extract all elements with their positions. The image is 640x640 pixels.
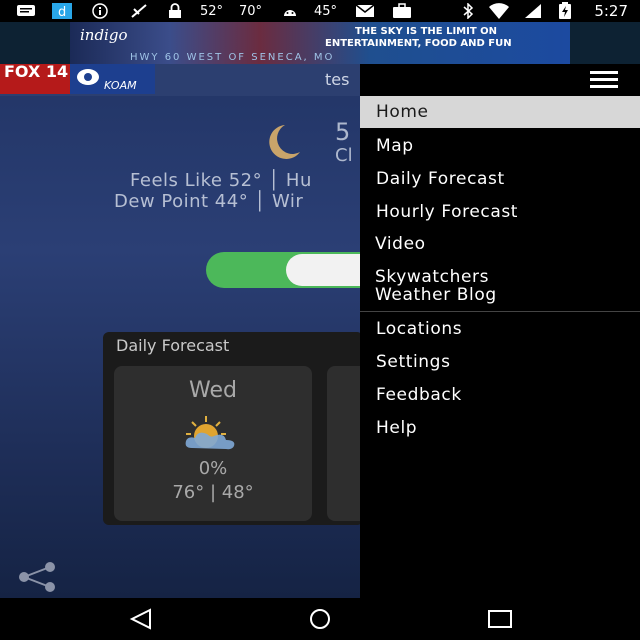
drawer-item-weather-blog[interactable]: Skywatchers Weather Blog <box>360 267 640 307</box>
info-icon <box>92 3 108 19</box>
ad-headline-1: THE SKY IS THE LIMIT ON <box>355 26 498 37</box>
bluetooth-icon <box>462 3 474 19</box>
status-bar: d 52° 70° 45° 5:27 <box>0 0 640 22</box>
station-logo-fox: FOX 14 <box>0 64 70 94</box>
partly-cloudy-icon <box>185 416 235 450</box>
no-signal-icon <box>130 3 148 19</box>
drawer-item-label: Settings <box>376 352 451 372</box>
drawer-item-label: Feedback <box>376 385 462 405</box>
moon-icon <box>269 125 300 159</box>
status-temp-3: 45° <box>314 3 338 19</box>
drawer-item-label: Help <box>376 418 418 438</box>
hamburger-menu-icon[interactable] <box>590 71 618 89</box>
ad-logo: indigo <box>80 26 128 44</box>
share-icon[interactable] <box>18 562 58 592</box>
drawer-item-label-line2: Weather Blog <box>375 285 497 305</box>
drawer-item-label-line1: Skywatchers <box>375 267 490 287</box>
status-temp-1: 52° <box>200 3 224 19</box>
ad-headline-2: ENTERTAINMENT, FOOD AND FUN <box>325 38 512 49</box>
drawer-item-feedback[interactable]: Feedback <box>360 385 640 407</box>
ad-address: HWY 60 WEST OF SENECA, MO <box>130 52 335 63</box>
forecast-temps: 76° | 48° <box>172 482 254 503</box>
lock-icon <box>168 3 182 19</box>
drawer-item-settings[interactable]: Settings <box>360 352 640 374</box>
drawer-item-label: Locations <box>376 319 463 339</box>
feels-like-humidity: Feels Like 52° │ Hu <box>130 170 312 191</box>
forecast-precip: 0% <box>198 458 228 479</box>
daily-forecast-title: Daily Forecast <box>116 336 230 355</box>
app-d-icon: d <box>52 3 72 19</box>
ad-banner[interactable]: indigo THE SKY IS THE LIMIT ON ENTERTAIN… <box>70 22 570 64</box>
current-condition: Cl <box>335 145 353 166</box>
drawer-item-label: Hourly Forecast <box>376 202 519 222</box>
drawer-item-label: Daily Forecast <box>376 169 505 189</box>
drawer-item-label: Home <box>376 102 429 122</box>
mail-icon <box>355 3 375 19</box>
recents-icon[interactable] <box>486 608 514 630</box>
station-logo-koam: KOAM <box>70 64 155 94</box>
drawer-item-video[interactable]: Video <box>360 234 640 256</box>
drawer-divider <box>360 311 640 312</box>
drawer-item-home[interactable]: Home <box>360 96 640 128</box>
drawer-item-hourly-forecast[interactable]: Hourly Forecast <box>360 202 640 224</box>
current-temperature: 5 <box>335 118 351 146</box>
drawer-item-label: Map <box>376 136 414 156</box>
forecast-day: Wed <box>189 378 237 403</box>
message-icon <box>16 3 36 19</box>
header-location-title: tes <box>325 70 350 89</box>
briefcase-icon <box>392 3 412 19</box>
battery-icon <box>558 2 572 19</box>
wifi-icon <box>488 3 510 19</box>
drawer-item-map[interactable]: Map <box>360 136 640 158</box>
home-icon[interactable] <box>305 608 335 630</box>
drawer-item-label: Video <box>375 234 426 254</box>
status-temp-2: 70° <box>239 3 263 19</box>
dew-point-wind: Dew Point 44° │ Wir <box>114 191 304 212</box>
drawer-item-daily-forecast[interactable]: Daily Forecast <box>360 169 640 191</box>
drawer-item-help[interactable]: Help <box>360 418 640 440</box>
android-icon <box>282 3 298 19</box>
drawer-item-locations[interactable]: Locations <box>360 319 640 341</box>
signal-icon <box>524 3 542 19</box>
svg-text:d: d <box>58 5 66 19</box>
clock: 5:27 <box>594 2 628 20</box>
cbs-eye-icon <box>77 69 99 85</box>
back-icon[interactable] <box>128 608 154 630</box>
